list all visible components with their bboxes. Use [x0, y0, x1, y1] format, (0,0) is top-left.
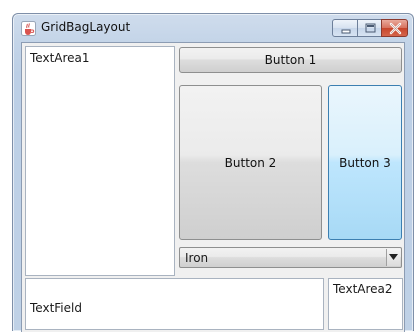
button-1-label: Button 1 [264, 53, 317, 67]
combo-dropdown-button[interactable] [386, 249, 400, 266]
content-pane: TextArea1 Button 1 Button 2 Button 3 Iro… [21, 42, 405, 332]
combo-box[interactable]: Iron [179, 247, 402, 268]
combo-selected-value: Iron [185, 251, 209, 265]
close-icon [389, 22, 402, 35]
maximize-button[interactable] [357, 19, 382, 37]
close-button[interactable] [381, 19, 408, 37]
text-field-text: TextField [30, 301, 82, 315]
button-3-label: Button 3 [339, 155, 391, 170]
window-title: GridBagLayout [41, 20, 131, 34]
button-2-label: Button 2 [224, 155, 277, 170]
button-2[interactable]: Button 2 [179, 85, 322, 240]
button-1[interactable]: Button 1 [179, 47, 402, 73]
text-area-1[interactable]: TextArea1 [25, 46, 175, 276]
chevron-down-icon [389, 254, 398, 260]
minimize-button[interactable] [332, 19, 358, 37]
button-3[interactable]: Button 3 [328, 85, 402, 240]
minimize-icon [341, 29, 351, 34]
text-area-2[interactable]: TextArea2 [328, 278, 403, 330]
maximize-icon [365, 23, 376, 33]
text-field[interactable]: TextField [25, 278, 324, 330]
java-cup-icon[interactable] [21, 21, 36, 36]
text-area-2-text: TextArea2 [333, 282, 393, 296]
text-area-1-text: TextArea1 [30, 51, 90, 65]
title-bar[interactable]: GridBagLayout [13, 14, 413, 42]
app-window: GridBagLayout TextArea1 Button 1 Button … [12, 13, 414, 332]
